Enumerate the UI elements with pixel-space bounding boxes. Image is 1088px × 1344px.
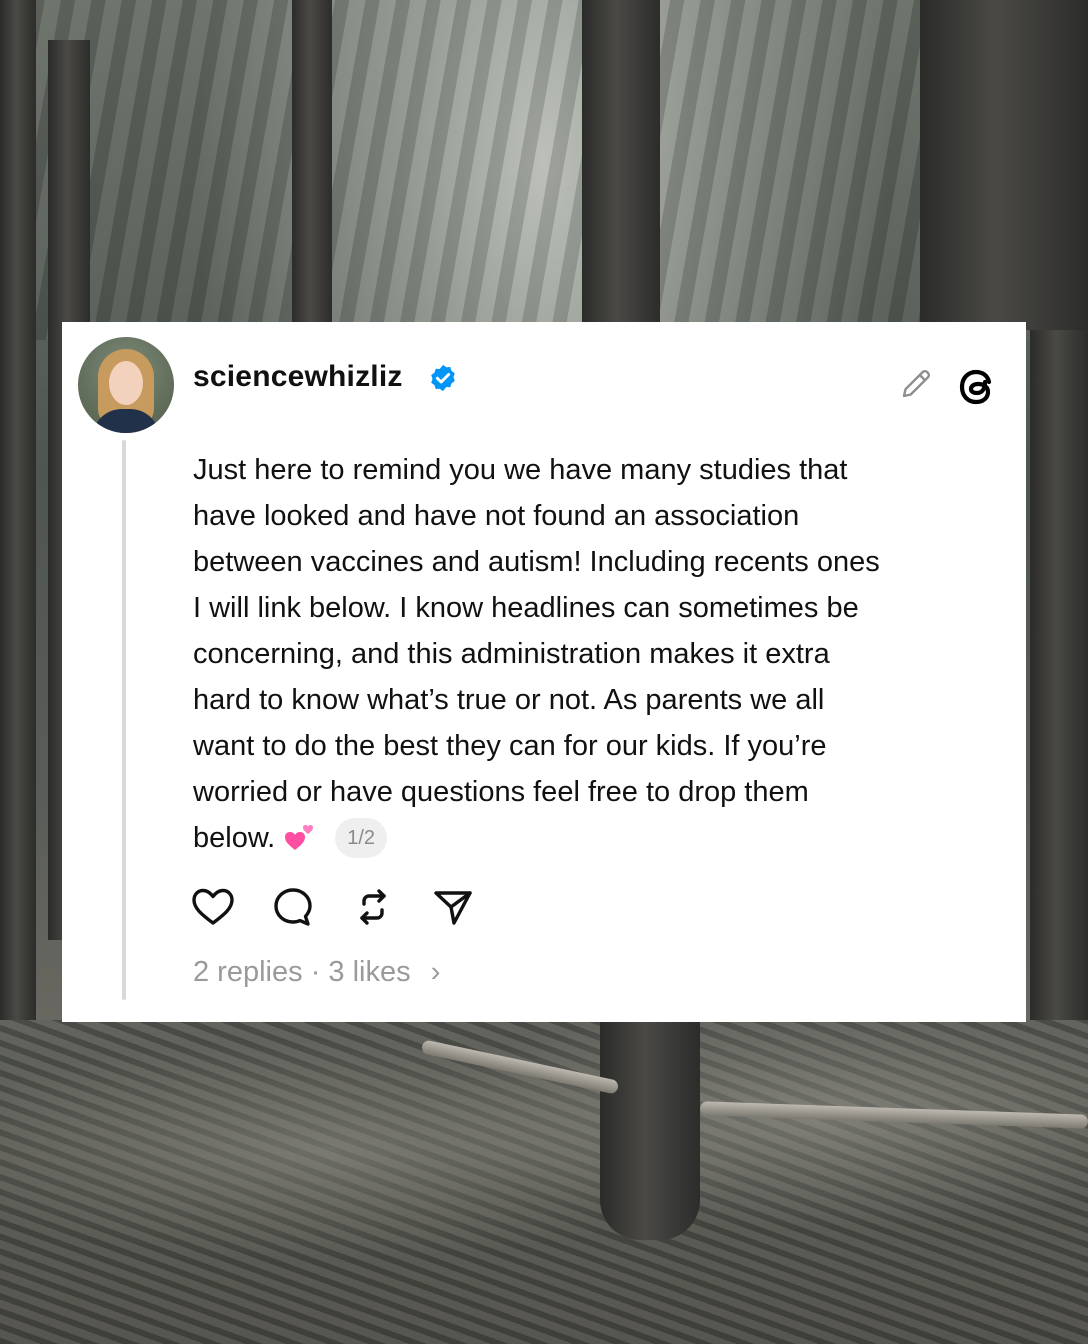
post-text-line: between vaccines and autism! Including r… xyxy=(193,546,880,578)
post-text-line: hard to know what’s true or not. As pare… xyxy=(193,684,825,716)
post-text-last-line: below. 1/2 xyxy=(193,815,1013,861)
thread-line xyxy=(122,440,126,1000)
pencil-icon[interactable] xyxy=(898,366,934,402)
tree-trunk xyxy=(292,0,332,330)
post-stats[interactable]: 2 replies · 3 likes › xyxy=(193,956,440,989)
tree-trunk xyxy=(920,0,1088,330)
verified-badge-icon xyxy=(431,364,455,392)
tree-trunk xyxy=(600,1020,700,1240)
repost-icon[interactable] xyxy=(350,884,396,930)
chevron-right-icon[interactable]: › xyxy=(431,956,441,988)
page-indicator-badge: 1/2 xyxy=(335,818,388,858)
two-hearts-emoji-icon xyxy=(285,825,314,850)
post-text-line: below. xyxy=(193,822,276,854)
replies-count[interactable]: 2 replies xyxy=(193,956,303,988)
post-text-line: I will link below. I know headlines can … xyxy=(193,592,859,624)
tree-trunk xyxy=(582,0,660,330)
post-text-line: concerning, and this administration make… xyxy=(193,638,830,670)
send-icon[interactable] xyxy=(430,884,476,930)
threads-logo-icon[interactable] xyxy=(952,362,1002,412)
likes-count[interactable]: 3 likes xyxy=(328,956,410,988)
username[interactable]: sciencewhizliz xyxy=(193,360,403,394)
post-text-line: want to do the best they can for our kid… xyxy=(193,730,827,762)
post-text-line: have looked and have not found an associ… xyxy=(193,500,800,532)
avatar[interactable] xyxy=(78,337,174,433)
stats-separator: · xyxy=(310,956,321,988)
heart-icon[interactable] xyxy=(190,884,236,930)
avatar-face xyxy=(109,361,143,405)
post-text-line: worried or have questions feel free to d… xyxy=(193,776,809,808)
post-text-line: Just here to remind you we have many stu… xyxy=(193,454,848,486)
tree-trunk xyxy=(1030,330,1088,1030)
post-body: Just here to remind you we have many stu… xyxy=(193,447,1013,861)
comment-icon[interactable] xyxy=(270,884,316,930)
